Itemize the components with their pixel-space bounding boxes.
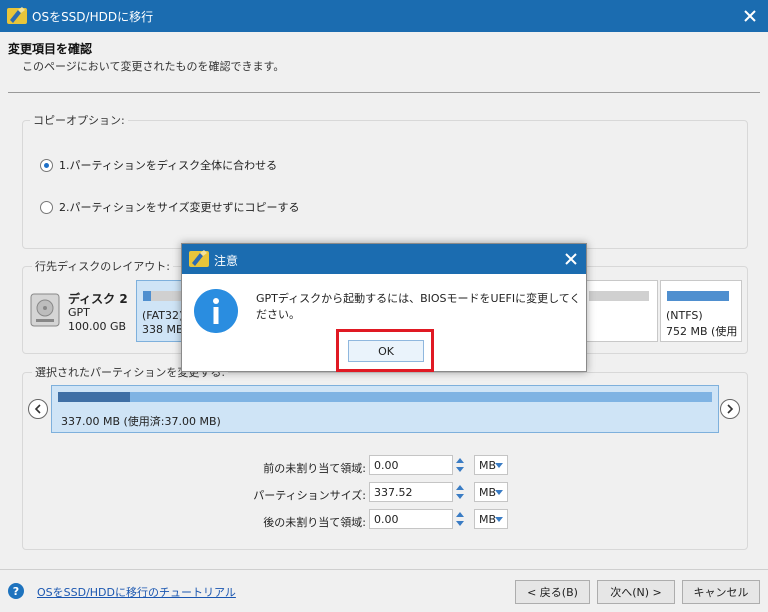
partition-resize-bar[interactable]: 337.00 MB (使用済:37.00 MB) [51,385,719,433]
radio-checked-icon [40,158,53,172]
unallocated-before-label: 前の未割り当て領域: [263,462,366,475]
copy-options-group [22,120,748,249]
partition-fat32-name: (FAT32) [142,309,184,322]
unallocated-after-unit[interactable]: MB [474,509,508,529]
partition-size-spinner-icon[interactable] [453,482,467,502]
partition-fat32-bar [143,291,183,301]
disk-name: ディスク 2 [68,292,128,306]
ok-button[interactable]: OK [348,340,424,362]
window-title: OSをSSD/HDDに移行 [32,10,154,24]
chevron-down-icon [495,490,503,495]
radio-copy-without-resize[interactable]: 2.パーティションをサイズ変更せずにコピーする [40,199,300,215]
help-icon[interactable]: ? [8,583,24,599]
dialog-title-bar: 注意 [182,244,586,274]
disk-info: ディスク 2 GPT 100.00 GB [28,280,134,342]
unallocated-after-spinner-icon[interactable] [453,509,467,529]
partition-size-label: 337.00 MB (使用済:37.00 MB) [61,415,221,428]
radio-unchecked-icon [40,200,53,214]
disk-layout-legend: 行先ディスクのレイアウト: [32,258,173,274]
copy-options-legend: コピーオプション: [30,112,128,128]
unallocated-before-spinner-icon[interactable] [453,455,467,475]
unallocated-before-input[interactable]: 0.00 [369,455,453,475]
ok-button-highlight: OK [336,329,434,372]
partition-ntfs[interactable]: (NTFS) 752 MB (使用 [660,280,742,342]
unit-label: MB [479,459,497,472]
unit-label: MB [479,513,497,526]
partition-size-input[interactable]: 337.52 [369,482,453,502]
close-icon [565,253,577,265]
footer-divider [0,569,768,570]
radio-fit-whole-disk[interactable]: 1.パーティションをディスク全体に合わせる [40,157,277,173]
unit-label: MB [479,486,497,499]
chevron-down-icon [495,463,503,468]
info-icon [194,289,238,333]
window-close-button[interactable] [732,0,768,32]
scroll-left-button[interactable] [28,399,48,419]
chevron-left-icon [34,404,41,414]
chevron-right-icon [727,404,734,414]
next-button[interactable]: 次へ(N) > [597,580,675,604]
partition-ntfs-size: 752 MB (使用 [666,325,738,338]
disk-size: 100.00 GB [68,320,127,333]
page-title: 変更項目を確認 [8,42,93,56]
app-logo-icon [189,250,209,267]
partition-size-unit[interactable]: MB [474,482,508,502]
title-bar: OSをSSD/HDDに移行 [0,0,768,32]
back-button[interactable]: < 戻る(B) [515,580,590,604]
partition-ntfs-name: (NTFS) [666,309,703,322]
partition-usage-fill [58,392,130,402]
partition-main[interactable] [586,280,658,342]
partition-size-field-label: パーティションサイズ: [253,489,366,502]
partition-usage-track [58,392,712,402]
scroll-right-button[interactable] [720,399,740,419]
dialog-title: 注意 [214,254,239,268]
disk-type: GPT [68,306,90,319]
partition-main-bar [589,291,649,301]
radio-fit-whole-disk-label: 1.パーティションをディスク全体に合わせる [59,159,278,172]
partition-fat32-size: 338 MB [142,323,184,336]
unallocated-after-input[interactable]: 0.00 [369,509,453,529]
hard-disk-icon [30,293,60,327]
page-subtitle: このページにおいて変更されたものを確認できます。 [22,60,285,73]
notice-dialog: 注意 GPTディスクから起動するには、BIOSモードをUEFIに変更してください… [181,243,587,372]
chevron-down-icon [495,517,503,522]
app-logo-icon [7,7,27,24]
dialog-close-button[interactable] [560,248,582,270]
partition-ntfs-bar [667,291,729,301]
radio-copy-without-resize-label: 2.パーティションをサイズ変更せずにコピーする [59,201,300,214]
unallocated-after-label: 後の未割り当て領域: [263,516,366,529]
dialog-message: GPTディスクから起動するには、BIOSモードをUEFIに変更してください。 [256,292,581,321]
close-icon [744,10,756,22]
unallocated-before-unit[interactable]: MB [474,455,508,475]
cancel-button[interactable]: キャンセル [682,580,760,604]
header-divider [8,92,760,93]
tutorial-link[interactable]: OSをSSD/HDDに移行のチュートリアル [37,584,236,600]
